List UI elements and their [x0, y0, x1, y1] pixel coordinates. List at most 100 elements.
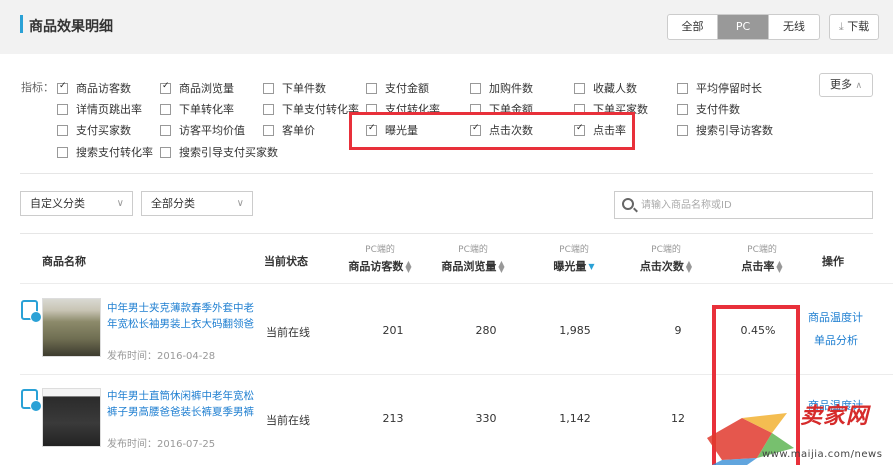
indicator-label: 客单价 — [282, 124, 315, 137]
checkbox-unchecked-icon[interactable] — [574, 82, 585, 94]
impressions-cell: 1,142 — [559, 412, 591, 425]
segment-wireless[interactable]: 无线 — [769, 15, 819, 39]
indicator-label: 访客平均价值 — [179, 124, 245, 137]
metric-label: 点击率 — [741, 260, 775, 273]
publish-date: 发布时间：2016-07-25 — [107, 439, 216, 450]
sort-icon: ▲ ▼ — [685, 259, 693, 274]
column-header-pageviews[interactable]: PC端的 商品浏览量 ▲ ▼ — [433, 242, 513, 274]
indicator-checkbox[interactable]: 商品访客数 — [57, 80, 131, 96]
custom-category-dropdown[interactable]: 自定义分类 ∨ — [20, 191, 133, 216]
metric-label: 曝光量 — [553, 260, 587, 273]
product-thermometer-link[interactable]: 商品温度计 — [808, 309, 863, 325]
indicator-label: 支付买家数 — [76, 124, 131, 137]
checkbox-unchecked-icon[interactable] — [160, 103, 171, 115]
metric-prefix: PC端的 — [365, 245, 395, 255]
checkbox-unchecked-icon[interactable] — [263, 82, 274, 94]
checkbox-unchecked-icon[interactable] — [470, 82, 481, 94]
indicator-checkbox[interactable]: 加购件数 — [470, 80, 533, 96]
watermark-url: www.maijia.com/news — [762, 449, 883, 460]
column-header-status: 当前状态 — [264, 255, 308, 268]
indicator-checkbox[interactable]: 下单件数 — [263, 80, 326, 96]
status-cell: 当前在线 — [266, 326, 310, 339]
checkbox-unchecked-icon[interactable] — [263, 103, 274, 115]
pc-device-icon — [21, 300, 42, 323]
segment-pc[interactable]: PC — [718, 15, 769, 39]
indicator-checkbox[interactable]: 收藏人数 — [574, 80, 637, 96]
indicator-checkbox[interactable]: 客单价 — [263, 122, 315, 138]
all-category-value: 全部分类 — [151, 197, 195, 210]
checkbox-checked-icon[interactable] — [57, 81, 68, 94]
checkbox-unchecked-icon[interactable] — [366, 82, 377, 94]
chevron-down-icon: ∨ — [236, 198, 244, 209]
custom-category-value: 自定义分类 — [30, 197, 85, 210]
indicator-label: 搜索支付转化率 — [76, 146, 153, 159]
indicator-label: 商品浏览量 — [179, 82, 234, 95]
product-thumbnail[interactable] — [42, 388, 101, 447]
clicks-cell: 9 — [674, 324, 682, 337]
checkbox-unchecked-icon[interactable] — [677, 124, 688, 136]
checkbox-unchecked-icon[interactable] — [677, 82, 688, 94]
page-header: 商品效果明细 全部 PC 无线 ⤓ 下载 — [0, 0, 893, 54]
indicator-checkbox[interactable]: 平均停留时长 — [677, 80, 762, 96]
product-title-link[interactable]: 中年男士直筒休闲裤中老年宽松裤子男高腰爸爸装长裤夏季男裤 — [107, 388, 257, 420]
indicator-checkbox[interactable]: 搜索引导支付买家数 — [160, 144, 278, 160]
segment-all[interactable]: 全部 — [668, 15, 718, 39]
indicator-checkbox[interactable]: 支付件数 — [677, 101, 740, 117]
chevron-down-icon: ∨ — [116, 198, 124, 209]
checkbox-unchecked-icon[interactable] — [160, 146, 171, 158]
indicator-label: 下单件数 — [282, 82, 326, 95]
sort-icon: ▼ — [588, 262, 595, 271]
search-input[interactable] — [641, 196, 861, 214]
metric-prefix: PC端的 — [651, 245, 681, 255]
metric-prefix: PC端的 — [458, 245, 488, 255]
pc-device-icon — [21, 389, 42, 412]
indicator-checkbox[interactable]: 支付金额 — [366, 80, 429, 96]
column-header-impressions[interactable]: PC端的 曝光量 ▼ — [534, 242, 614, 274]
indicator-checkbox[interactable]: 下单转化率 — [160, 101, 234, 117]
checkbox-unchecked-icon[interactable] — [263, 124, 274, 136]
checkbox-unchecked-icon[interactable] — [57, 103, 68, 115]
product-thumbnail[interactable] — [42, 298, 101, 357]
visitors-cell: 213 — [382, 412, 404, 425]
indicator-label: 平均停留时长 — [696, 82, 762, 95]
metric-label: 商品浏览量 — [441, 260, 497, 273]
indicator-checkbox[interactable]: 下单支付转化率 — [263, 101, 359, 117]
title-accent-bar — [20, 15, 23, 33]
indicator-label: 下单支付转化率 — [282, 103, 359, 116]
indicator-checkbox[interactable]: 搜索引导访客数 — [677, 122, 773, 138]
divider — [20, 173, 873, 174]
indicator-checkbox[interactable]: 访客平均价值 — [160, 122, 245, 138]
column-header-visitors[interactable]: PC端的 商品访客数 ▲ ▼ — [340, 242, 420, 274]
chevron-up-icon: ∧ — [855, 81, 863, 91]
checkbox-unchecked-icon[interactable] — [57, 146, 68, 158]
watermark-text: 卖家网 — [800, 404, 870, 429]
column-header-ctr[interactable]: PC端的 点击率 ▲ ▼ — [722, 242, 802, 274]
column-header-name: 商品名称 — [42, 255, 86, 268]
checkbox-unchecked-icon[interactable] — [677, 103, 688, 115]
all-category-dropdown[interactable]: 全部分类 ∨ — [141, 191, 253, 216]
column-header-clicks[interactable]: PC端的 点击次数 ▲ ▼ — [626, 242, 706, 274]
impressions-cell: 1,985 — [559, 324, 591, 337]
indicator-checkbox[interactable]: 详情页跳出率 — [57, 101, 142, 117]
product-title-link[interactable]: 中年男士夹克薄款春季外套中老年宽松长袖男装上衣大码翻领爸 — [107, 300, 257, 332]
checkbox-checked-icon[interactable] — [160, 81, 171, 94]
download-button[interactable]: ⤓ 下载 — [829, 14, 879, 40]
indicator-checkbox[interactable]: 支付买家数 — [57, 122, 131, 138]
metric-label: 点击次数 — [639, 260, 684, 273]
search-icon — [622, 198, 634, 210]
checkbox-unchecked-icon[interactable] — [160, 124, 171, 136]
page-title: 商品效果明细 — [29, 19, 113, 35]
indicator-label: 搜索引导访客数 — [696, 124, 773, 137]
more-button[interactable]: 更多 ∧ — [819, 73, 873, 97]
metric-prefix: PC端的 — [747, 245, 777, 255]
indicator-checkbox[interactable]: 搜索支付转化率 — [57, 144, 153, 160]
indicator-checkbox[interactable]: 商品浏览量 — [160, 80, 234, 96]
indicators-label: 指标： — [21, 81, 54, 94]
sort-icon: ▲ ▼ — [498, 259, 505, 274]
single-item-analysis-link[interactable]: 单品分析 — [814, 332, 858, 348]
checkbox-unchecked-icon[interactable] — [57, 124, 68, 136]
product-search-box[interactable] — [614, 191, 873, 219]
indicator-label: 下单转化率 — [179, 103, 234, 116]
more-label: 更多 — [829, 78, 852, 91]
indicator-label: 支付金额 — [385, 82, 429, 95]
